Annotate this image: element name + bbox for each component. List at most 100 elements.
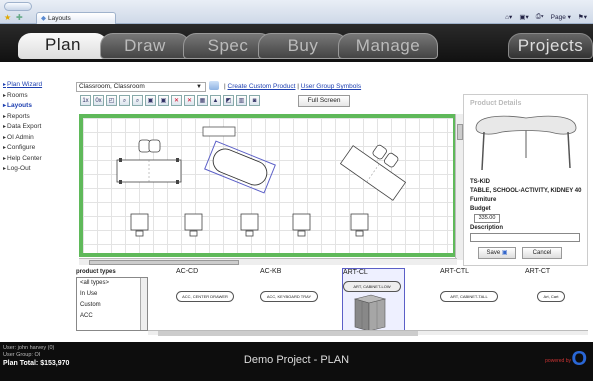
cabinet-image — [353, 294, 387, 332]
grid-icon[interactable]: ▦ — [197, 95, 208, 106]
list-item[interactable]: In Use — [77, 289, 147, 300]
product-tile[interactable]: ART-CTL ART, CABINET-TALL — [440, 268, 500, 334]
room-select[interactable]: Classroom, Classroom ▼ — [76, 82, 206, 92]
sidebar-item-layouts[interactable]: Layouts — [3, 101, 71, 112]
zoom-out-icon[interactable]: ⌕ — [132, 95, 143, 106]
kidney-table-selected[interactable] — [204, 140, 276, 194]
sidebar-item-rooms[interactable]: Rooms — [3, 91, 71, 102]
image-icon[interactable]: ◩ — [223, 95, 234, 106]
tab-projects[interactable]: Projects — [508, 33, 593, 59]
product-tile[interactable]: AC-KB ACC, KEYBOARD TRAY — [260, 268, 320, 334]
status-footer: User: john harvey (0) User Group: OI Pla… — [0, 342, 593, 381]
sidebar-item-plan-wizard[interactable]: Plan Wizard — [3, 80, 71, 91]
powered-by-text: powered by — [545, 358, 571, 364]
description-label: Description — [470, 225, 504, 231]
toolbar-links: | Create Custom Product | User Group Sym… — [224, 83, 361, 90]
product-tile-code: AC-KB — [260, 268, 282, 275]
product-name: TABLE, SCHOOL-ACTIVITY, KIDNEY 40 — [470, 188, 582, 194]
table-icon[interactable]: ▥ — [236, 95, 247, 106]
product-tile[interactable]: ART-CT Art, Cart — [525, 268, 587, 334]
tab-manage[interactable]: Manage — [338, 33, 438, 59]
feeds-icon[interactable]: ▣▾ — [519, 13, 528, 23]
sidebar-item-log-out[interactable]: Log-Out — [3, 164, 71, 175]
create-custom-product-link[interactable]: Create Custom Product — [228, 83, 296, 90]
sidebar-item-configure[interactable]: Configure — [3, 143, 71, 154]
main-nav: Plan Draw Spec Buy Manage Projects — [0, 24, 593, 62]
product-types-list[interactable]: <all types> In Use Custom ACC — [76, 277, 148, 331]
sidebar-item-help-center[interactable]: Help Center — [3, 154, 71, 165]
zoom-in-icon[interactable]: ⌕ — [119, 95, 130, 106]
tab-buy[interactable]: Buy — [258, 33, 348, 59]
tab-plan[interactable]: Plan — [18, 33, 108, 59]
select-tool-icon[interactable]: ◰ — [106, 95, 117, 106]
save-layout-icon[interactable]: ◙ — [249, 95, 260, 106]
copy-icon[interactable]: ▣ — [145, 95, 156, 106]
list-scrollbar[interactable] — [140, 278, 147, 330]
canvas-horizontal-scrollbar[interactable] — [79, 258, 457, 265]
tools-menu-icon[interactable]: ⚑▾ — [578, 13, 587, 23]
app-window: ★ ✚ ◆ Layouts ⌂▾ ▣▾ ⎙▾ Page ▾ ⚑▾ Plan Dra… — [0, 0, 593, 381]
cancel-button[interactable]: Cancel — [522, 247, 562, 259]
user-group-symbols-link[interactable]: User Group Symbols — [301, 83, 361, 90]
sidebar-item-reports[interactable]: Reports — [3, 112, 71, 123]
layout-canvas[interactable] — [79, 114, 457, 257]
list-item[interactable]: Custom — [77, 300, 147, 311]
chair-row[interactable] — [130, 213, 369, 237]
zoom-0x-tool[interactable]: 0x — [93, 95, 104, 106]
product-tile-code: AC-CD — [176, 268, 199, 275]
canvas-vertical-scrollbar[interactable] — [455, 114, 463, 260]
product-category: Furniture — [470, 197, 497, 203]
product-image — [475, 115, 577, 171]
product-types: product types <all types> In Use Custom … — [76, 268, 148, 332]
product-tile-selected[interactable]: ART-CL ART, CABINET-LOW — [342, 268, 405, 334]
browser-tab-title: Layouts — [48, 15, 71, 22]
project-title: Demo Project - PLAN — [243, 354, 350, 366]
table-group[interactable] — [116, 139, 182, 184]
save-icon: ▣ — [501, 250, 508, 256]
sidebar: Plan Wizard Rooms Layouts Reports Data E… — [3, 80, 71, 175]
full-screen-button[interactable]: Full Screen — [298, 95, 350, 107]
favorites-star-icon[interactable]: ★ — [4, 13, 11, 22]
list-item[interactable]: <all types> — [77, 278, 147, 289]
product-tile[interactable]: AC-CD ACC, CENTER DRAWER — [176, 268, 236, 334]
browser-tab[interactable]: ◆ Layouts — [36, 12, 116, 24]
browser-command-bar: ⌂▾ ▣▾ ⎙▾ Page ▾ ⚑▾ — [505, 13, 587, 23]
product-types-header: product types — [76, 269, 116, 275]
tab-draw[interactable]: Draw — [100, 33, 190, 59]
back-forward-buttons[interactable] — [4, 2, 32, 11]
floor-plan — [116, 126, 414, 237]
page-menu[interactable]: Page ▾ — [551, 13, 571, 23]
add-favorites-icon[interactable]: ✚ — [16, 13, 23, 22]
chevron-down-icon: ▼ — [196, 84, 202, 90]
budget-input[interactable]: 335.00 — [474, 214, 500, 223]
products-scrollbar[interactable] — [148, 330, 588, 336]
paste-icon[interactable]: ▣ — [158, 95, 169, 106]
product-tile-label: ART, CABINET-TALL — [440, 291, 498, 302]
sidebar-item-oi-admin[interactable]: OI Admin — [3, 133, 71, 144]
browser-toolbar: ★ ✚ ◆ Layouts ⌂▾ ▣▾ ⎙▾ Page ▾ ⚑▾ — [0, 0, 593, 24]
product-tile-code: ART-CTL — [440, 268, 470, 275]
sidebar-item-data-export[interactable]: Data Export — [3, 122, 71, 133]
product-tile-code: ART-CT — [525, 268, 551, 275]
product-tile-label: ART, CABINET-LOW — [343, 281, 401, 292]
shelf-item[interactable] — [202, 126, 236, 137]
folder-icon[interactable] — [209, 81, 219, 90]
angled-table-group[interactable] — [339, 133, 414, 201]
clear-icon[interactable]: ✕ — [184, 95, 195, 106]
description-input[interactable] — [470, 233, 580, 242]
product-details-panel: Product Details TS-KID TABLE, SCHOOL-ACT… — [463, 94, 588, 266]
zoom-1x-tool[interactable]: 1x — [80, 95, 91, 106]
budget-label: Budget — [470, 206, 491, 212]
triangle-icon[interactable]: ▲ — [210, 95, 221, 106]
home-icon[interactable]: ⌂▾ — [505, 13, 512, 23]
drawing-tools: 1x 0x ◰ ⌕ ⌕ ▣ ▣ ✕ ✕ ▦ ▲ ◩ ▥ ◙ — [80, 95, 260, 107]
list-item[interactable]: ACC — [77, 311, 147, 322]
scroll-thumb[interactable] — [89, 260, 239, 265]
scroll-thumb[interactable] — [158, 331, 418, 336]
product-tile-label: ACC, KEYBOARD TRAY — [260, 291, 318, 302]
brand-logo: O — [571, 348, 587, 370]
delete-icon[interactable]: ✕ — [171, 95, 182, 106]
print-icon[interactable]: ⎙▾ — [536, 13, 544, 23]
save-button[interactable]: Save ▣ — [478, 247, 516, 259]
save-label: Save — [486, 250, 501, 256]
